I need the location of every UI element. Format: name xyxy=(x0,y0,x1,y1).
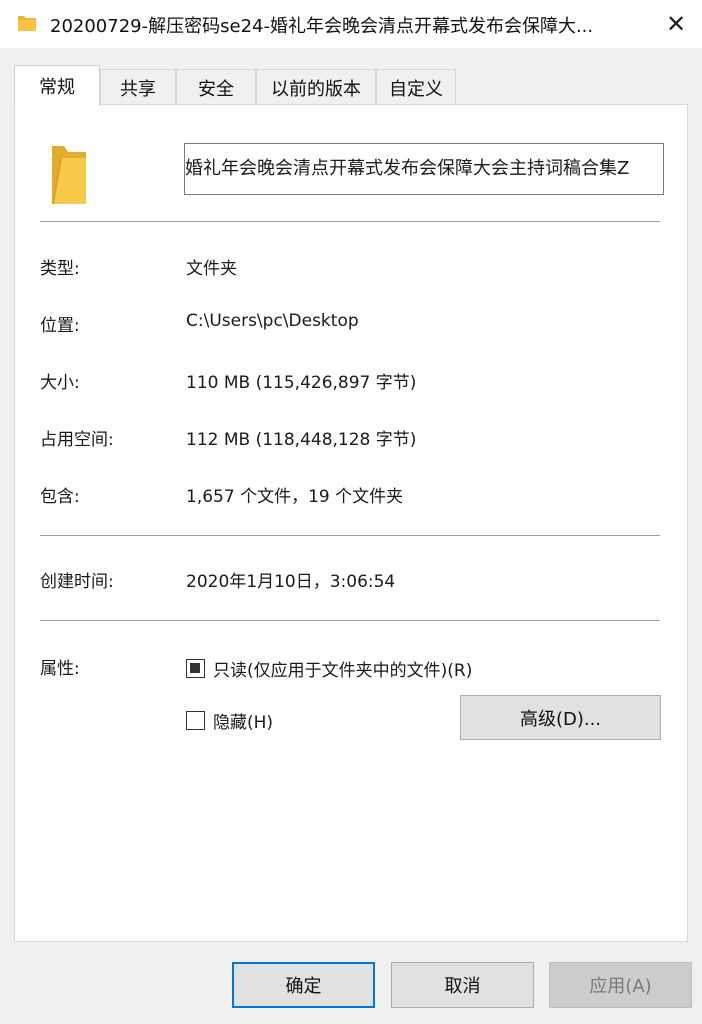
separator xyxy=(40,535,660,536)
hidden-checkbox[interactable] xyxy=(186,711,205,730)
close-icon: ✕ xyxy=(665,10,687,38)
ok-button[interactable]: 确定 xyxy=(232,962,375,1008)
size-label: 大小: xyxy=(40,373,80,393)
separator xyxy=(40,221,660,222)
cancel-button[interactable]: 取消 xyxy=(391,962,534,1008)
title-bar: 20200729-解压密码se24-婚礼年会晚会清点开幕式发布会保障大... ✕ xyxy=(0,0,702,48)
readonly-checkbox-row[interactable]: 只读(仅应用于文件夹中的文件)(R) xyxy=(186,656,472,681)
tab-customize[interactable]: 自定义 xyxy=(376,69,456,105)
advanced-button[interactable]: 高级(D)... xyxy=(460,695,661,740)
readonly-label: 只读(仅应用于文件夹中的文件)(R) xyxy=(213,661,473,681)
folder-name-input[interactable]: 婚礼年会晚会清点开幕式发布会保障大会主持词稿合集Z xyxy=(184,143,664,195)
tab-general[interactable]: 常规 xyxy=(14,65,100,106)
folder-icon xyxy=(18,16,36,31)
type-value: 文件夹 xyxy=(186,259,237,279)
general-panel xyxy=(14,104,688,942)
contains-label: 包含: xyxy=(40,487,80,507)
attributes-label: 属性: xyxy=(40,659,80,679)
tab-previous-versions[interactable]: 以前的版本 xyxy=(256,69,376,105)
window-title: 20200729-解压密码se24-婚礼年会晚会清点开幕式发布会保障大... xyxy=(50,16,594,37)
type-label: 类型: xyxy=(40,259,80,279)
size-on-disk-label: 占用空间: xyxy=(40,430,114,450)
close-button[interactable]: ✕ xyxy=(650,0,702,48)
hidden-label: 隐藏(H) xyxy=(213,713,274,733)
hidden-checkbox-row[interactable]: 隐藏(H) xyxy=(186,708,273,733)
created-label: 创建时间: xyxy=(40,572,114,592)
created-value: 2020年1月10日，3:06:54 xyxy=(186,572,396,592)
location-value: C:\Users\pc\Desktop xyxy=(186,311,359,331)
folder-icon xyxy=(52,146,86,204)
location-label: 位置: xyxy=(40,316,80,336)
readonly-checkbox[interactable] xyxy=(186,659,205,678)
size-on-disk-value: 112 MB (118,448,128 字节) xyxy=(186,430,417,450)
size-value: 110 MB (115,426,897 字节) xyxy=(186,373,417,393)
separator xyxy=(40,620,660,621)
tab-sharing[interactable]: 共享 xyxy=(100,69,176,105)
apply-button[interactable]: 应用(A) xyxy=(549,962,692,1008)
contains-value: 1,657 个文件，19 个文件夹 xyxy=(186,487,404,507)
tab-security[interactable]: 安全 xyxy=(176,69,256,105)
